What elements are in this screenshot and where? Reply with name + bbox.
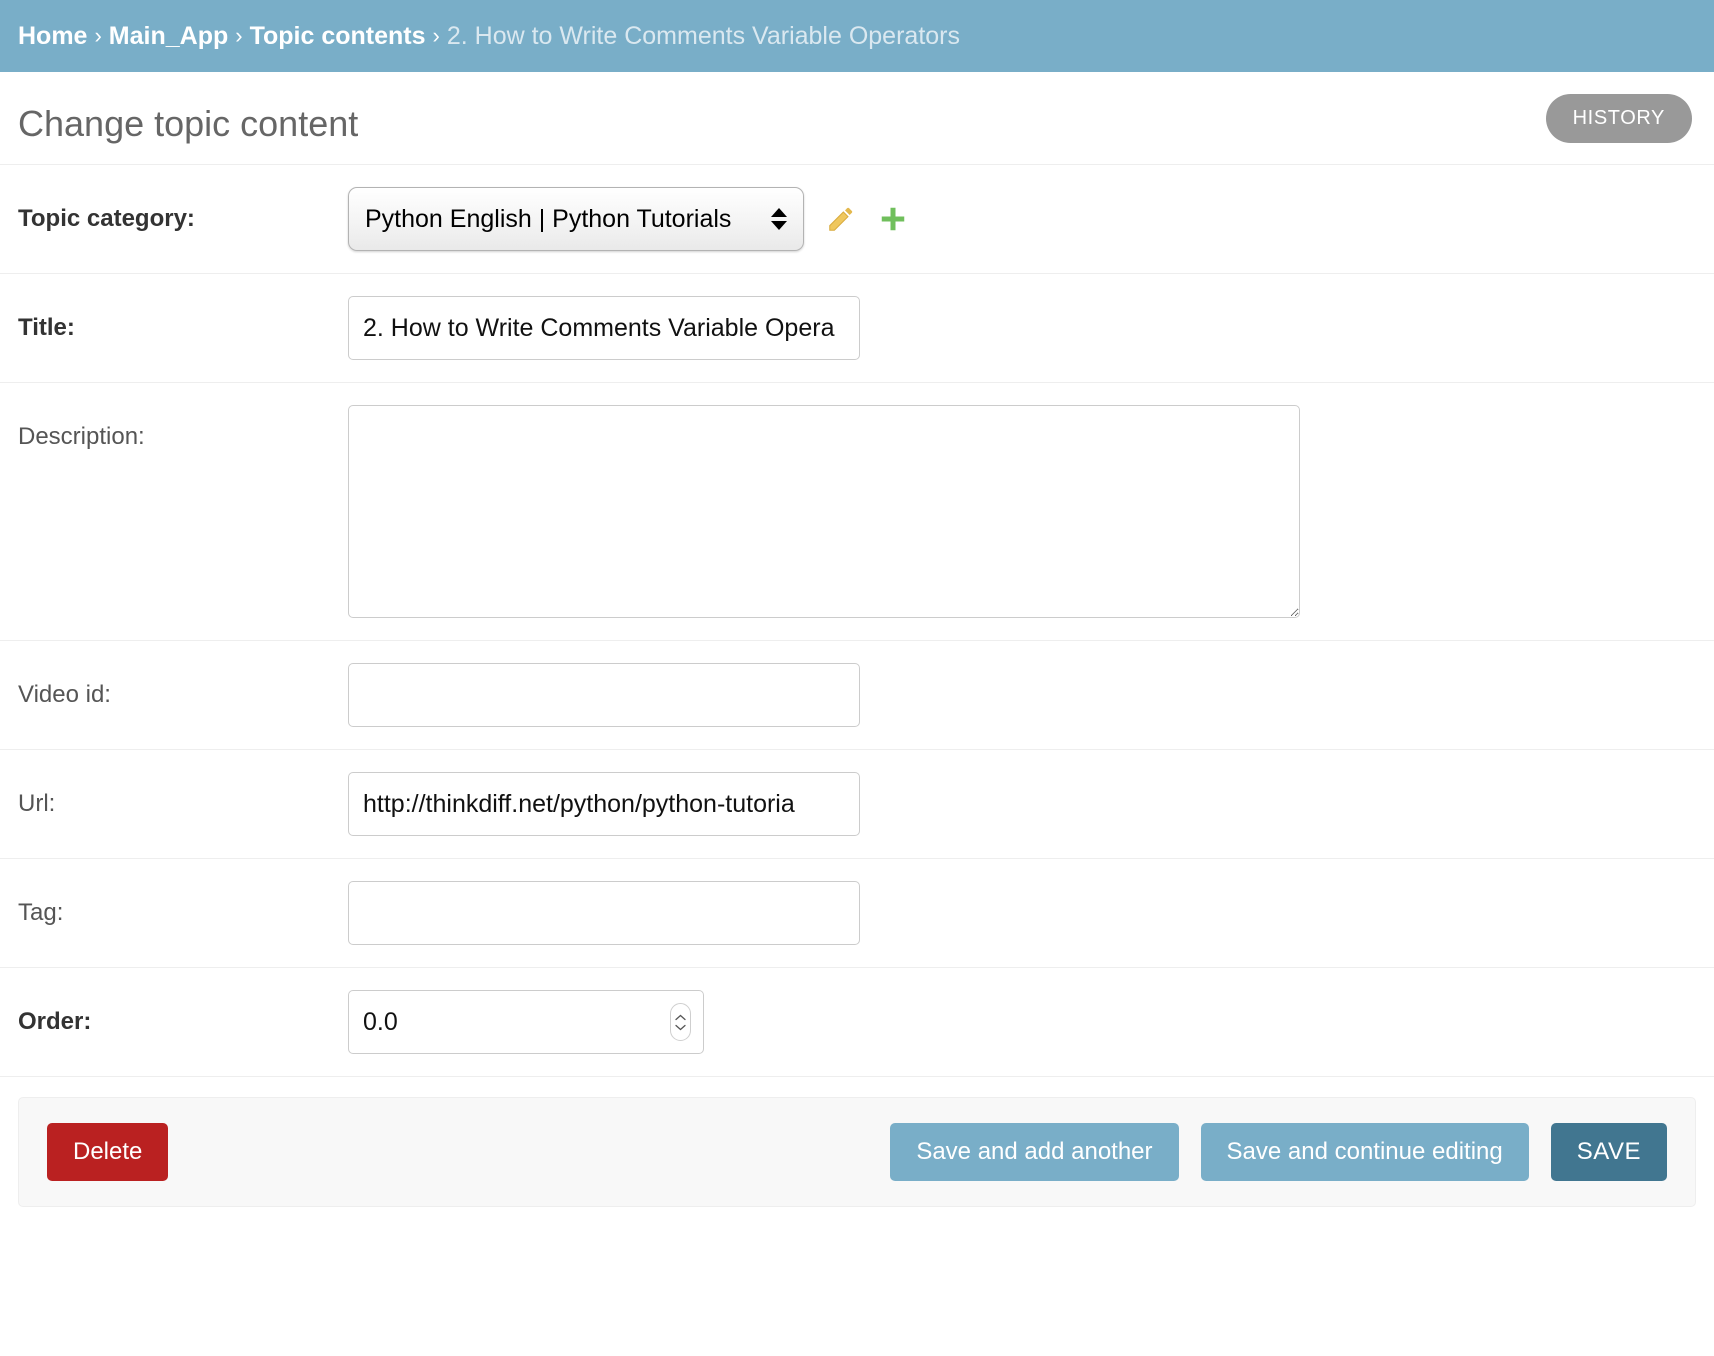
breadcrumb-separator: ›	[94, 23, 102, 48]
order-input[interactable]	[348, 990, 704, 1054]
video-id-input[interactable]	[348, 663, 860, 727]
save-and-continue-editing-button[interactable]: Save and continue editing	[1200, 1122, 1529, 1182]
breadcrumb-item-topic-contents[interactable]: Topic contents	[250, 22, 426, 51]
label-title: Title:	[18, 314, 75, 341]
history-button[interactable]: HISTORY	[1545, 94, 1692, 143]
description-textarea[interactable]	[348, 405, 1300, 618]
label-tag: Tag:	[18, 899, 64, 926]
url-input[interactable]	[348, 772, 860, 836]
form-row-description: Description:	[0, 383, 1714, 641]
page-title: Change topic content	[18, 103, 359, 144]
chevron-down-icon	[675, 1024, 686, 1030]
breadcrumb-item-current: 2. How to Write Comments Variable Operat…	[446, 21, 960, 50]
widget-title	[348, 296, 1696, 360]
order-number-wrap	[348, 990, 704, 1054]
title-input[interactable]	[348, 296, 860, 360]
label-url: Url:	[18, 790, 56, 817]
chevron-up-icon	[675, 1014, 686, 1020]
label-description: Description:	[18, 423, 145, 450]
widget-video-id	[348, 663, 1696, 727]
widget-description	[348, 405, 1696, 618]
form-row-video-id: Video id:	[0, 641, 1714, 750]
topic-category-select-wrap: Python English | Python Tutorials	[348, 187, 804, 251]
form-row-url: Url:	[0, 750, 1714, 859]
submit-row: Delete Save and add another Save and con…	[18, 1097, 1696, 1207]
breadcrumb-item-home[interactable]: Home	[18, 22, 87, 51]
breadcrumb: Home › Main_App › Topic contents › 2. Ho…	[0, 0, 1714, 72]
save-and-add-another-button[interactable]: Save and add another	[890, 1122, 1179, 1182]
breadcrumb-separator: ›	[235, 23, 243, 48]
form-row-order: Order:	[0, 968, 1714, 1077]
breadcrumb-item-main-app[interactable]: Main_App	[109, 22, 228, 51]
form-row-title: Title:	[0, 274, 1714, 383]
form-row-topic-category: Topic category: Python English | Python …	[0, 164, 1714, 274]
change-form: Topic category: Python English | Python …	[0, 164, 1714, 1077]
topic-category-select[interactable]: Python English | Python Tutorials	[348, 187, 804, 251]
widget-tag	[348, 881, 1696, 945]
number-stepper[interactable]	[670, 1003, 691, 1041]
label-video-id: Video id:	[18, 681, 111, 708]
breadcrumb-separator: ›	[432, 23, 440, 48]
label-order: Order:	[18, 1008, 92, 1035]
content-header: Change topic content HISTORY	[0, 72, 1714, 164]
delete-button[interactable]: Delete	[47, 1122, 169, 1182]
plus-icon[interactable]	[878, 204, 908, 234]
label-topic-category: Topic category:	[18, 205, 195, 232]
tag-input[interactable]	[348, 881, 860, 945]
widget-url	[348, 772, 1696, 836]
save-button[interactable]: SAVE	[1550, 1122, 1667, 1182]
form-row-tag: Tag:	[0, 859, 1714, 968]
widget-topic-category: Python English | Python Tutorials	[348, 187, 1696, 251]
pencil-icon[interactable]	[826, 204, 856, 234]
widget-order	[348, 990, 1696, 1054]
